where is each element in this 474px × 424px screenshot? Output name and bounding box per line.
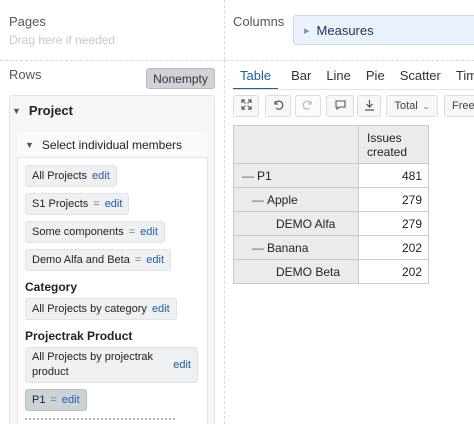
export-button[interactable] [357, 95, 381, 117]
edit-link[interactable]: edit [152, 303, 170, 315]
table-cell-value: 279 [358, 211, 429, 236]
nonempty-toggle-button[interactable]: Nonempty [146, 68, 215, 89]
member-chip-some-components[interactable]: Some components = edit [25, 221, 165, 243]
tab-scatter[interactable]: Scatter [400, 64, 441, 90]
measures-label: Measures [316, 22, 374, 38]
chevron-down-icon[interactable]: ▼ [12, 106, 21, 116]
row-header-demo-beta[interactable]: DEMO Beta [233, 259, 359, 284]
table-cell-value: 481 [358, 163, 429, 188]
undo-icon [272, 99, 284, 114]
chip-label: S1 Projects [32, 198, 89, 210]
total-label: Total [394, 100, 418, 112]
chip-label: All Projects by category [32, 303, 147, 315]
project-label: Project [28, 103, 73, 118]
table-row: DEMO Alfa 279 [233, 211, 429, 236]
equals-sign: = [50, 394, 57, 406]
member-chip-all-projects[interactable]: All Projects edit [25, 165, 117, 187]
tab-timeline[interactable]: Tim [456, 64, 474, 90]
chevron-down-icon: ⌄ [422, 101, 430, 111]
collapse-icon[interactable]: — [242, 169, 254, 183]
member-chip-projects-by-category[interactable]: All Projects by category edit [25, 298, 177, 320]
chip-label: Demo Alfa and Beta [32, 254, 130, 266]
row-header-apple[interactable]: — Apple [233, 187, 359, 212]
edit-link[interactable]: edit [173, 359, 191, 371]
member-chip-p1[interactable]: P1 = edit [25, 389, 87, 411]
table-row: DEMO Beta 202 [233, 259, 429, 284]
equals-sign: = [128, 226, 136, 238]
tab-table[interactable]: Table [233, 64, 279, 90]
table-corner-cell [233, 125, 359, 164]
tabs-underline [233, 89, 474, 90]
row-label: P1 [257, 168, 272, 183]
free-dropdown[interactable]: Free [444, 95, 474, 117]
row-label: DEMO Alfa [276, 216, 336, 231]
chip-label: All Projects by projectrak product [32, 351, 154, 378]
comment-button[interactable] [326, 95, 354, 117]
measures-dimension[interactable]: ▸ Measures [293, 15, 474, 45]
export-icon [364, 99, 375, 114]
edit-link[interactable]: edit [146, 254, 164, 266]
visualization-tabs: Table Bar Line Pie Scatter Tim [233, 64, 474, 90]
pages-title: Pages [9, 14, 46, 29]
chevron-right-icon[interactable]: ▸ [304, 24, 310, 37]
expand-button[interactable] [233, 95, 259, 117]
row-label: Banana [267, 240, 309, 255]
table-cell-value: 202 [358, 259, 429, 284]
redo-icon [302, 99, 314, 114]
project-dimension-header[interactable]: ▼ Project [12, 103, 73, 118]
comment-icon [334, 99, 347, 114]
members-header[interactable]: ▼ Select individual members [17, 132, 208, 158]
undo-button[interactable] [265, 95, 291, 117]
tab-pie[interactable]: Pie [366, 64, 385, 90]
edit-link[interactable]: edit [140, 226, 158, 238]
edit-link[interactable]: edit [92, 170, 110, 182]
rows-title: Rows [9, 67, 42, 82]
members-label: Select individual members [41, 137, 182, 152]
chip-label: Some components [32, 226, 124, 238]
pages-columns-divider [224, 0, 225, 60]
edit-link[interactable]: edit [105, 198, 123, 210]
table-row: — P1 481 [233, 163, 429, 188]
row-header-p1[interactable]: — P1 [233, 163, 359, 188]
rows-view-divider [224, 60, 225, 424]
edit-link[interactable]: edit [62, 394, 80, 406]
row-header-banana[interactable]: — Banana [233, 235, 359, 260]
collapse-icon[interactable]: — [252, 193, 264, 207]
table-row: — Apple 279 [233, 187, 429, 212]
header-divider [0, 60, 474, 61]
tab-bar[interactable]: Bar [291, 64, 311, 90]
total-dropdown[interactable]: Total ⌄ [386, 95, 438, 117]
results-table: Issues created — P1 481 — Apple 279 DEMO A… [233, 125, 429, 284]
member-chip-demo-alfa-beta[interactable]: Demo Alfa and Beta = edit [25, 249, 172, 271]
chip-label: P1 [32, 394, 46, 406]
collapse-icon[interactable]: — [252, 241, 264, 255]
chevron-down-icon[interactable]: ▼ [25, 140, 34, 150]
column-header-issues-created[interactable]: Issues created [358, 125, 429, 164]
projectrak-label: Projectrak Product [25, 329, 133, 343]
member-chip-projects-by-projectrak[interactable]: All Projects by projectrak product edit [25, 347, 198, 383]
table-cell-value: 202 [358, 235, 429, 260]
equals-sign: = [93, 198, 100, 210]
member-chip-s1-projects[interactable]: S1 Projects = edit [25, 193, 130, 215]
equals-sign: = [134, 254, 142, 266]
row-label: DEMO Beta [276, 264, 341, 279]
columns-title: Columns [233, 14, 285, 29]
redo-button[interactable] [295, 95, 321, 117]
chip-label: All Projects [32, 170, 88, 182]
row-header-demo-alfa[interactable]: DEMO Alfa [233, 211, 359, 236]
row-label: Apple [267, 192, 298, 207]
expand-icon [240, 99, 252, 113]
table-row: — Banana 202 [233, 235, 429, 260]
clipped-chip-edge [25, 418, 175, 424]
tab-line[interactable]: Line [326, 64, 351, 90]
pages-drop-hint[interactable]: Drag here if needed [9, 33, 115, 47]
table-header-row: Issues created [233, 125, 429, 164]
free-label: Free [452, 100, 474, 112]
category-label: Category [25, 280, 78, 294]
table-cell-value: 279 [358, 187, 429, 212]
